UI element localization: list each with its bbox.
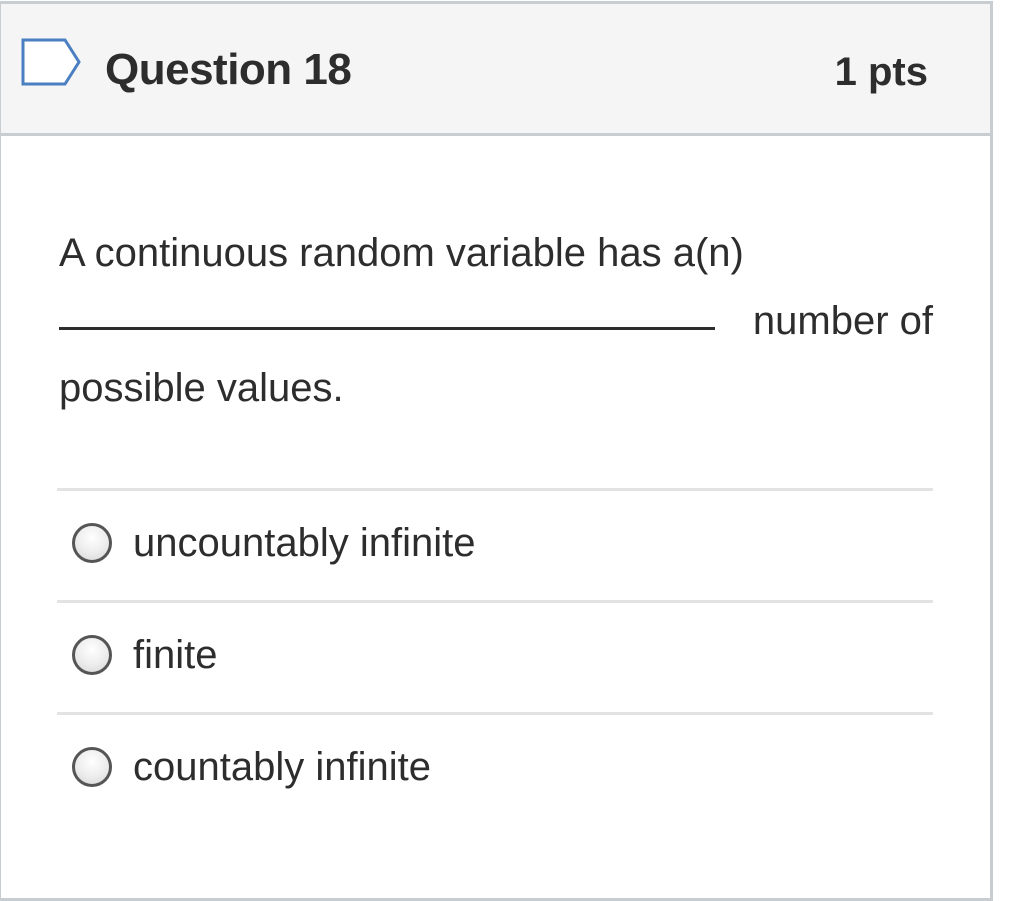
question-points: 1 pts [834, 50, 928, 94]
question-line-2: number of [59, 287, 933, 355]
answer-list: uncountably infinite finite countably in… [57, 488, 933, 824]
answer-option[interactable]: countably infinite [57, 712, 933, 824]
question-title: Question 18 [105, 45, 352, 94]
answer-label[interactable]: finite [133, 629, 218, 681]
question-header: Question 18 1 pts [1, 4, 990, 136]
radio-button[interactable] [72, 523, 112, 563]
question-line-3: possible values. [59, 366, 344, 410]
question-line-1: A continuous random variable has a(n) [59, 231, 744, 275]
radio-button[interactable] [72, 747, 112, 787]
question-text: A continuous random variable has a(n) nu… [59, 220, 933, 422]
question-line-2-suffix: number of [752, 299, 933, 343]
answer-label[interactable]: uncountably infinite [133, 517, 475, 569]
answer-option[interactable]: finite [57, 600, 933, 712]
answer-blank [59, 283, 715, 330]
flag-icon[interactable] [21, 38, 81, 86]
question-card: Question 18 1 pts A continuous random va… [0, 1, 993, 901]
answer-label[interactable]: countably infinite [133, 741, 431, 793]
radio-button[interactable] [72, 635, 112, 675]
answer-option[interactable]: uncountably infinite [57, 488, 933, 600]
